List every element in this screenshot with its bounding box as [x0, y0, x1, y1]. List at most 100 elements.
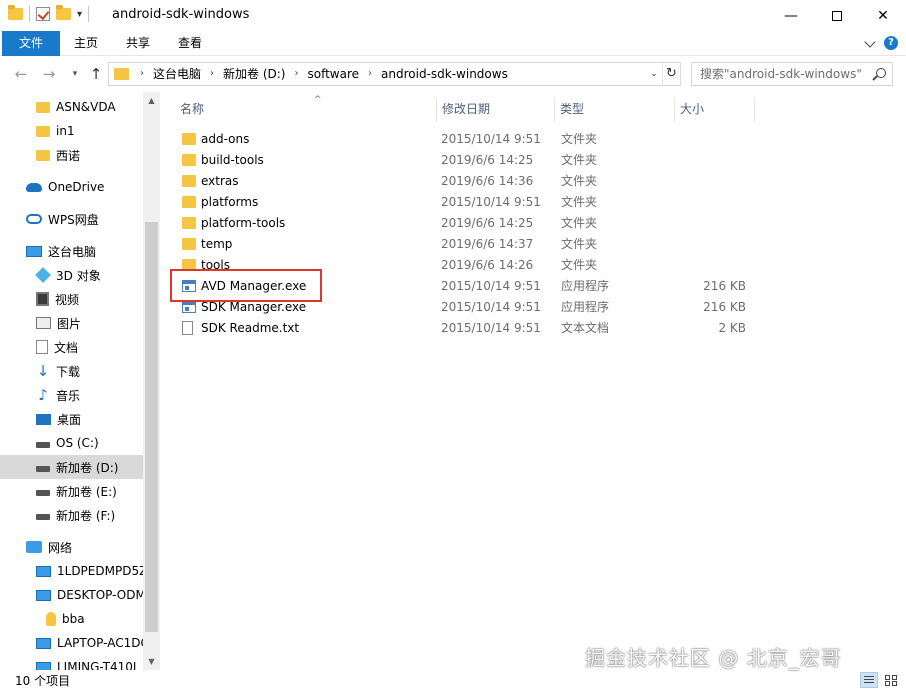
- documents-icon: [36, 340, 48, 354]
- file-name: build-tools: [201, 153, 264, 167]
- nav-item-wps-cloud[interactable]: WPS网盘: [0, 207, 143, 231]
- address-bar[interactable]: › 这台电脑 › 新加卷 (D:) › software › android-s…: [108, 62, 681, 86]
- file-row[interactable]: build-tools 2019/6/6 14:25 文件夹: [160, 150, 906, 171]
- nav-item-network-pc[interactable]: DESKTOP-ODM: [0, 583, 143, 607]
- nav-item-drive-e[interactable]: 新加卷 (E:): [0, 479, 143, 503]
- nav-item-videos[interactable]: 视频: [0, 287, 143, 311]
- minimize-button[interactable]: —: [768, 0, 814, 31]
- breadcrumb-drive-d[interactable]: 新加卷 (D:): [223, 63, 285, 85]
- download-icon: ↓: [36, 362, 50, 380]
- folder-icon: [182, 175, 196, 187]
- properties-icon[interactable]: [36, 7, 50, 21]
- nav-item-drive-f[interactable]: 新加卷 (F:): [0, 503, 143, 527]
- nav-item-label: 1LDPEDMPD5Z: [57, 564, 143, 578]
- navigation-pane: ASN&VDA in1 西诺 OneDrive WPS网盘 这台电脑 3D 对象…: [0, 92, 160, 670]
- back-button[interactable]: ←: [10, 64, 32, 84]
- file-size: 216 KB: [703, 300, 746, 314]
- nav-item-network-pc[interactable]: 1LDPEDMPD5Z: [0, 559, 143, 583]
- tab-file[interactable]: 文件: [2, 31, 60, 56]
- breadcrumb-this-pc[interactable]: 这台电脑: [153, 63, 201, 85]
- chevron-right-icon[interactable]: ›: [210, 63, 214, 85]
- customize-toolbar-dropdown-icon[interactable]: ▾: [77, 9, 82, 20]
- file-type: 文件夹: [561, 258, 598, 272]
- details-view-icon: [864, 676, 874, 677]
- column-header-name[interactable]: 名称 ^: [174, 95, 436, 120]
- monitor-icon: [36, 637, 51, 649]
- nav-item-label: 音乐: [56, 388, 81, 403]
- file-row[interactable]: add-ons 2015/10/14 9:51 文件夹: [160, 129, 906, 150]
- file-date: 2015/10/14 9:51: [441, 279, 541, 293]
- file-row[interactable]: platforms 2015/10/14 9:51 文件夹: [160, 192, 906, 213]
- column-header-date[interactable]: 修改日期: [436, 98, 554, 120]
- nav-item-label: OneDrive: [48, 180, 105, 194]
- tab-home[interactable]: 主页: [60, 31, 112, 56]
- chevron-right-icon[interactable]: ›: [140, 63, 144, 85]
- scrollbar-thumb[interactable]: [145, 222, 158, 632]
- nav-item-network[interactable]: 网络: [0, 535, 143, 559]
- nav-item-network-user[interactable]: bba: [0, 607, 143, 631]
- drive-icon: [36, 466, 50, 472]
- file-type: 应用程序: [561, 279, 610, 293]
- tab-share[interactable]: 共享: [112, 31, 164, 56]
- monitor-icon: [36, 589, 51, 601]
- breadcrumb-software[interactable]: software: [307, 63, 359, 85]
- scroll-up-arrow-icon[interactable]: ▲: [143, 92, 160, 109]
- recent-locations-chevron-icon[interactable]: ▾: [64, 64, 86, 84]
- file-row[interactable]: SDK Readme.txt 2015/10/14 9:51 文本文档 2 KB: [160, 318, 906, 339]
- file-name: platforms: [201, 195, 259, 209]
- refresh-button[interactable]: ↻: [662, 63, 680, 85]
- nav-item-label: WPS网盘: [48, 212, 99, 227]
- nav-item-downloads[interactable]: ↓ 下载: [0, 359, 143, 383]
- file-list: 名称 ^ 修改日期 类型 大小 add-ons 2015/10/14 9:51 …: [160, 92, 906, 670]
- address-history-dropdown-icon[interactable]: ⌄: [646, 63, 662, 85]
- search-icon[interactable]: [876, 68, 886, 78]
- nav-item-asn-vda[interactable]: ASN&VDA: [0, 95, 143, 119]
- column-header-type[interactable]: 类型: [554, 98, 674, 120]
- nav-item-label: LAPTOP-AC1DC: [57, 636, 143, 650]
- folder-icon: [182, 154, 196, 166]
- nav-item-network-pc[interactable]: LIMING-T410L: [0, 655, 143, 670]
- column-divider[interactable]: [754, 98, 755, 122]
- breadcrumb-android-sdk-windows[interactable]: android-sdk-windows: [381, 63, 508, 85]
- expand-ribbon-chevron-icon[interactable]: [864, 35, 876, 48]
- nav-item-drive-c[interactable]: OS (C:): [0, 431, 143, 455]
- large-icons-view-button[interactable]: [882, 672, 900, 688]
- nav-item-3d-objects[interactable]: 3D 对象: [0, 263, 143, 287]
- chevron-right-icon[interactable]: ›: [294, 63, 298, 85]
- nav-item-documents[interactable]: 文档: [0, 335, 143, 359]
- nav-item-drive-d[interactable]: 新加卷 (D:): [0, 455, 143, 479]
- up-button[interactable]: ↑: [85, 64, 107, 84]
- nav-item-in1[interactable]: in1: [0, 119, 143, 143]
- file-row[interactable]: platform-tools 2019/6/6 14:25 文件夹: [160, 213, 906, 234]
- file-size: [680, 150, 746, 171]
- nav-item-network-pc[interactable]: LAPTOP-AC1DC: [0, 631, 143, 655]
- help-icon[interactable]: ?: [884, 36, 898, 50]
- nav-item-label: 3D 对象: [56, 268, 101, 283]
- navigation-scrollbar[interactable]: ▲ ▼: [143, 92, 160, 670]
- column-header-size[interactable]: 大小: [674, 98, 754, 120]
- tab-view[interactable]: 查看: [164, 31, 216, 56]
- nav-item-label: 新加卷 (E:): [56, 484, 117, 499]
- search-input[interactable]: 搜索"android-sdk-windows": [691, 62, 893, 86]
- maximize-button[interactable]: [814, 0, 860, 31]
- file-row[interactable]: temp 2019/6/6 14:37 文件夹: [160, 234, 906, 255]
- file-name: SDK Readme.txt: [201, 321, 300, 335]
- folder-icon[interactable]: [8, 5, 23, 20]
- file-size: 2 KB: [718, 321, 746, 335]
- nav-item-pictures[interactable]: 图片: [0, 311, 143, 335]
- nav-item-desktop[interactable]: 桌面: [0, 407, 143, 431]
- close-button[interactable]: ✕: [860, 0, 906, 31]
- new-folder-icon[interactable]: [56, 5, 71, 20]
- nav-item-label: 视频: [55, 292, 80, 307]
- file-row[interactable]: extras 2019/6/6 14:36 文件夹: [160, 171, 906, 192]
- nav-item-this-pc[interactable]: 这台电脑: [0, 239, 143, 263]
- cloud-icon: [26, 182, 42, 192]
- scroll-down-arrow-icon[interactable]: ▼: [143, 653, 160, 670]
- divider: [29, 6, 30, 22]
- details-view-button[interactable]: [860, 672, 878, 688]
- forward-button[interactable]: →: [38, 64, 60, 84]
- nav-item-xinuo[interactable]: 西诺: [0, 143, 143, 167]
- nav-item-onedrive[interactable]: OneDrive: [0, 175, 143, 199]
- nav-item-music[interactable]: ♪ 音乐: [0, 383, 143, 407]
- chevron-right-icon[interactable]: ›: [368, 63, 372, 85]
